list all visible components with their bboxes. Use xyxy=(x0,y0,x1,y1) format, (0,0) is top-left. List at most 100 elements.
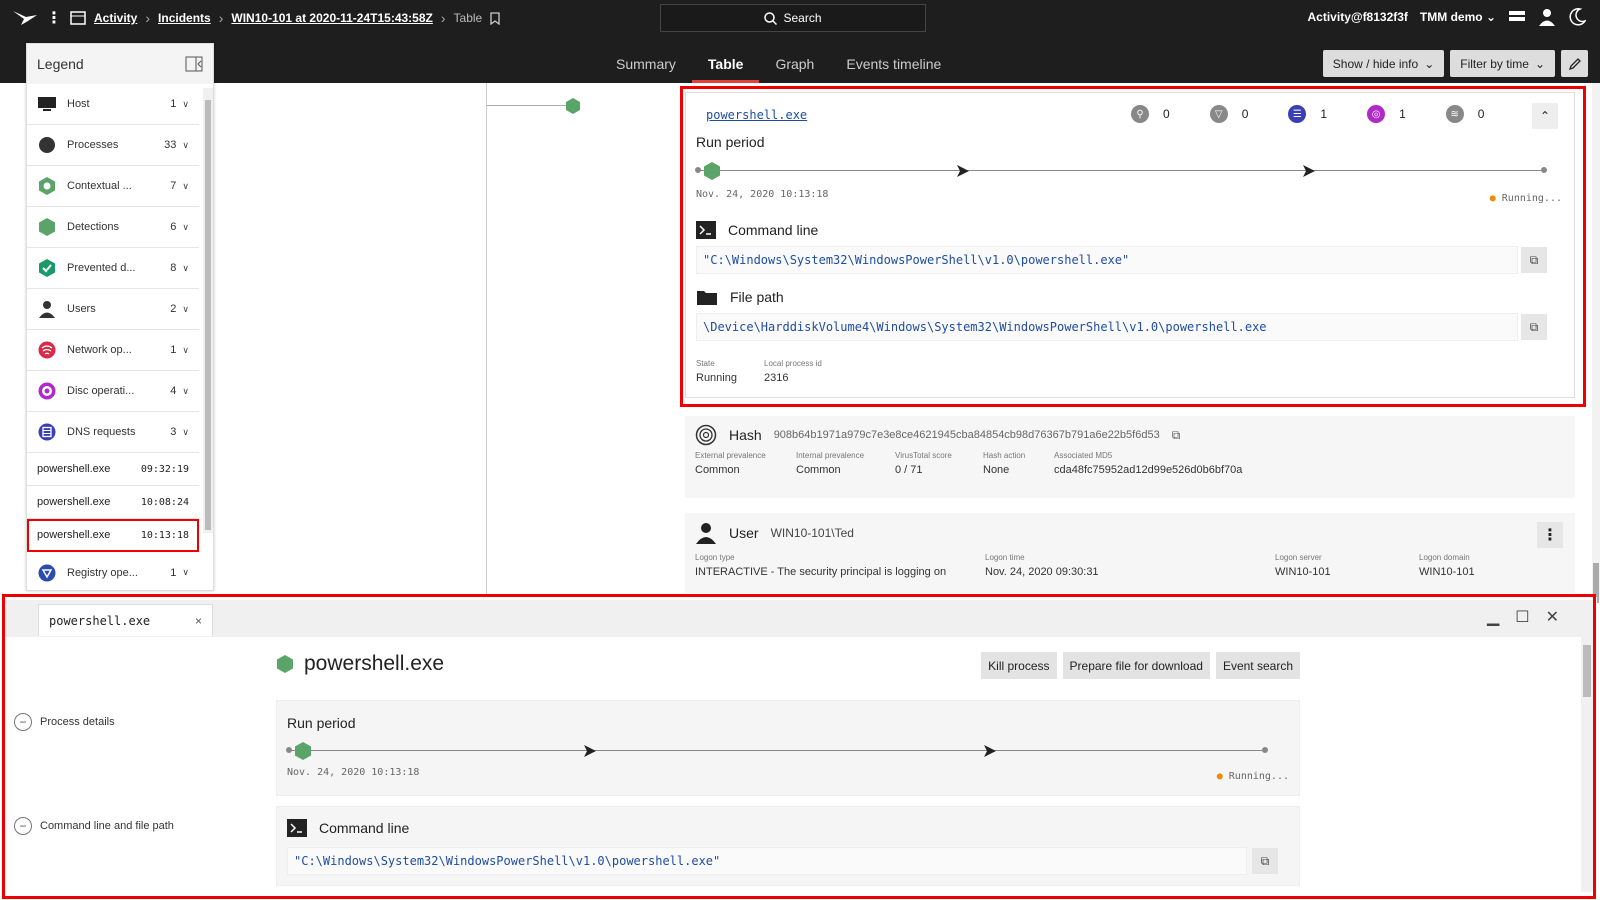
collapse-panel-icon[interactable] xyxy=(185,56,203,72)
field-value: Common xyxy=(695,464,740,476)
user-field: Logon type INTERACTIVE - The security pr… xyxy=(695,553,946,578)
tab-table[interactable]: Table xyxy=(691,46,760,83)
user-profile-icon[interactable] xyxy=(1538,8,1556,26)
legend-row-label: DNS requests xyxy=(67,426,136,438)
chevron-down-icon[interactable]: ∨ xyxy=(182,181,189,192)
chevron-down-icon[interactable]: ∨ xyxy=(182,304,189,315)
user-card: User WIN10-101\Ted ⋮ Logon type INTERACT… xyxy=(685,513,1575,593)
tenant-name: TMM demo xyxy=(1419,10,1483,24)
chevron-down-icon[interactable]: ∨ xyxy=(182,99,189,110)
legend-process-item[interactable]: powershell.exe 10:08:24 xyxy=(27,486,199,519)
network-icon xyxy=(37,340,57,360)
legend-row-count: 1 xyxy=(170,98,177,110)
chevron-down-icon: ⌄ xyxy=(1485,10,1496,24)
chevron-down-icon[interactable]: ∨ xyxy=(182,140,189,151)
breadcrumb-incidents[interactable]: Incidents xyxy=(158,11,211,25)
user-icon xyxy=(37,299,57,319)
chevron-down-icon: ⌄ xyxy=(1534,56,1545,71)
chevron-down-icon: ⌄ xyxy=(1424,56,1435,71)
legend-row[interactable]: Network op... 1 ∨ xyxy=(27,330,199,371)
more-vertical-icon: ⋮ xyxy=(1542,527,1558,544)
chevron-down-icon[interactable]: ∨ xyxy=(182,345,189,356)
legend-row-label: Host xyxy=(67,98,90,110)
scrollbar-thumb[interactable] xyxy=(205,100,211,530)
legend-row[interactable]: Processes 33 ∨ xyxy=(27,125,199,166)
edit-button[interactable] xyxy=(1561,50,1588,77)
monitor-icon xyxy=(37,94,57,114)
legend-row[interactable]: Users 2 ∨ xyxy=(27,289,199,330)
hash-header: Hash 908b64b1971a979c7e3e8ce4621945cba84… xyxy=(695,424,1180,446)
highlight-box xyxy=(2,594,1596,899)
notifications-icon[interactable] xyxy=(1508,9,1526,25)
legend-row-label: Registry ope... xyxy=(67,566,138,579)
legend-row[interactable]: DNS requests 3 ∨ xyxy=(27,412,199,453)
tenant-selector[interactable]: TMM demo ⌄ xyxy=(1420,10,1496,24)
legend-scrollbar[interactable] xyxy=(203,88,213,533)
legend-row-label: Users xyxy=(67,303,96,315)
field-label: Associated MD5 xyxy=(1054,451,1113,460)
process-name: powershell.exe xyxy=(37,463,111,475)
dark-mode-icon[interactable] xyxy=(1568,8,1586,26)
falcon-logo-icon[interactable] xyxy=(12,9,38,27)
bookmark-icon[interactable] xyxy=(490,11,500,25)
tab-summary[interactable]: Summary xyxy=(600,46,692,83)
show-hide-info-button[interactable]: Show / hide info ⌄ xyxy=(1322,50,1445,77)
search-box[interactable]: Search xyxy=(660,4,926,32)
legend-process-item[interactable]: powershell.exe 10:13:18 xyxy=(27,519,199,552)
legend-process-item[interactable]: powershell.exe 09:32:19 xyxy=(27,453,199,486)
show-hide-info-label: Show / hide info xyxy=(1332,56,1419,71)
user-value: WIN10-101\Ted xyxy=(770,526,854,540)
legend-row[interactable]: Disc operati... 4 ∨ xyxy=(27,371,199,412)
legend-row[interactable]: Host 1 ∨ xyxy=(27,84,199,125)
hash-field: Associated MD5 cda48fc75952ad12d99e526d0… xyxy=(1054,451,1242,476)
chevron-down-icon[interactable]: ∨ xyxy=(182,222,189,233)
field-value: Nov. 24, 2020 09:30:31 xyxy=(985,566,1099,578)
legend-row-count: 4 xyxy=(170,385,177,397)
legend-panel: Legend Host 1 ∨ Processes 33 ∨ Contextua… xyxy=(26,43,214,591)
more-menu-icon[interactable]: ⋮ xyxy=(46,8,62,28)
legend-row[interactable]: Detections 6 ∨ xyxy=(27,207,199,248)
legend-row[interactable]: Contextual ... 7 ∨ xyxy=(27,166,199,207)
legend-row[interactable]: Registry ope... 1 ∨ xyxy=(27,552,199,593)
process-time: 10:08:24 xyxy=(140,496,189,508)
legend-row-label: Prevented d... xyxy=(67,262,136,274)
field-label: Logon time xyxy=(985,553,1025,562)
legend-row-count: 7 xyxy=(170,180,177,192)
filter-by-time-button[interactable]: Filter by time ⌄ xyxy=(1450,50,1555,77)
field-value: WIN10-101 xyxy=(1419,566,1475,578)
breadcrumb-incident[interactable]: WIN10-101 at 2020-11-24T15:43:58Z xyxy=(231,11,432,25)
main-scrollbar[interactable] xyxy=(1592,83,1600,603)
tab-events-timeline[interactable]: Events timeline xyxy=(830,46,957,83)
fingerprint-icon xyxy=(695,424,717,446)
tab-graph[interactable]: Graph xyxy=(759,46,830,83)
field-label: VirusTotal score xyxy=(895,451,952,460)
view-toolbar: Show / hide info ⌄ Filter by time ⌄ xyxy=(1322,50,1588,77)
breadcrumb-separator: › xyxy=(145,10,151,26)
legend-row[interactable]: Prevented d... 8 ∨ xyxy=(27,248,199,289)
shield-check-icon xyxy=(37,258,57,278)
graph-node-hex-icon[interactable] xyxy=(564,97,582,115)
copy-hash-icon[interactable]: ⧉ xyxy=(1172,428,1181,443)
legend-row-label: Processes xyxy=(67,139,119,151)
user-more-button[interactable]: ⋮ xyxy=(1537,522,1563,548)
chevron-down-icon[interactable]: ∨ xyxy=(182,427,189,438)
legend-row-count: 33 xyxy=(164,139,177,151)
account-user[interactable]: Activity@f8132f3f xyxy=(1308,10,1408,24)
legend-row-count: 6 xyxy=(170,221,177,233)
graph-edge xyxy=(487,105,567,106)
legend-row-label: Disc operati... xyxy=(67,385,135,397)
field-label: Internal prevalence xyxy=(796,451,865,460)
chevron-down-icon[interactable]: ∨ xyxy=(182,263,189,274)
legend-row-count: 8 xyxy=(170,262,177,274)
highlight-box xyxy=(680,86,1586,407)
user-header: User WIN10-101\Ted xyxy=(695,522,854,544)
chevron-down-icon[interactable]: ∨ xyxy=(182,386,189,397)
chevron-down-icon[interactable]: ∨ xyxy=(182,567,189,578)
hash-label: Hash xyxy=(729,427,762,443)
pencil-icon xyxy=(1568,57,1581,70)
contextual-hex-icon xyxy=(37,176,57,196)
process-time: 10:13:18 xyxy=(140,529,189,541)
breadcrumb-activity[interactable]: Activity xyxy=(94,11,137,25)
incident-icon xyxy=(70,11,86,25)
hash-field: Hash action None xyxy=(983,451,1025,476)
